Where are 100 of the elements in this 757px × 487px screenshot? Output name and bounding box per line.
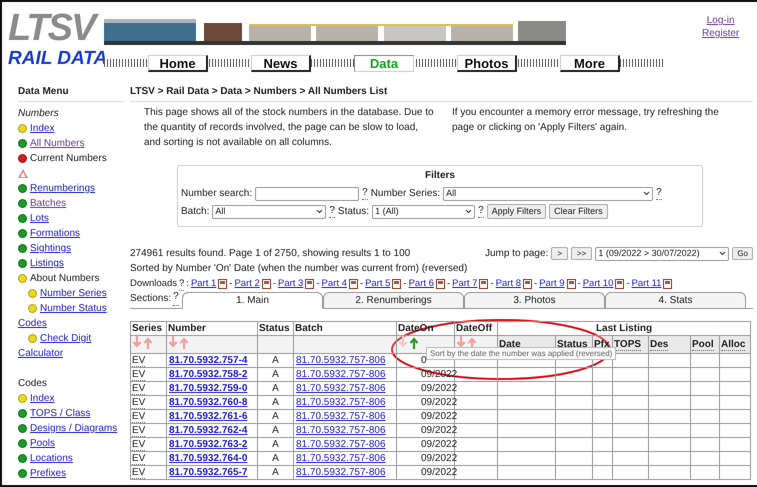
section-tab[interactable]: 3. Photos — [464, 292, 605, 309]
account-link[interactable]: Register — [702, 27, 740, 40]
download-link[interactable]: Part 3 — [278, 276, 304, 292]
download-link[interactable]: Part 11 — [632, 276, 662, 292]
menu-link[interactable]: Renumberings — [30, 181, 96, 196]
pdf-icon[interactable] — [436, 279, 445, 289]
pdf-icon[interactable] — [479, 279, 488, 289]
batch-link[interactable]: 81.70.5932.757-806 — [294, 396, 396, 410]
number-series-select[interactable]: All — [443, 186, 654, 200]
column-header: Pool — [692, 338, 714, 350]
batch-select[interactable]: All — [212, 204, 326, 218]
menu-link[interactable]: TOPS / Class — [30, 406, 90, 421]
number-link[interactable]: 81.70.5932.759-0 — [166, 382, 258, 396]
pdf-icon[interactable] — [663, 279, 672, 289]
help-link[interactable]: ? — [329, 205, 335, 218]
account-link[interactable]: Log-in — [706, 14, 735, 27]
download-link[interactable]: Part 4 — [322, 276, 347, 292]
batch-link[interactable]: 81.70.5932.757-806 — [294, 424, 396, 438]
filter-button[interactable]: Clear Filters — [549, 204, 608, 219]
download-link[interactable]: Part 10 — [582, 276, 614, 292]
batch-link[interactable]: 81.70.5932.757-806 — [294, 452, 396, 466]
menu-link[interactable]: Locations — [30, 451, 73, 466]
nav-tab[interactable]: Photos — [457, 54, 517, 72]
go-button[interactable]: Go — [732, 247, 753, 260]
menu-link[interactable]: Check Digit — [40, 331, 92, 346]
page-select[interactable]: 1 (09/2022 > 30/07/2022) — [595, 246, 730, 260]
pdf-icon[interactable] — [348, 279, 358, 289]
help-link[interactable]: ? — [179, 278, 184, 290]
pdf-icon[interactable] — [615, 279, 624, 289]
number-link[interactable]: 81.70.5932.762-4 — [166, 424, 258, 438]
menu-link[interactable]: Calculator — [18, 346, 64, 361]
menu-link[interactable]: Batches — [30, 196, 66, 211]
pdf-icon[interactable] — [218, 279, 228, 289]
jump-label: Jump to page: — [484, 247, 548, 261]
number-search-field[interactable] — [255, 186, 360, 200]
number-link[interactable]: 81.70.5932.757-4 — [166, 354, 258, 368]
menu-link[interactable]: Index — [30, 121, 54, 136]
pdf-icon[interactable] — [523, 279, 532, 289]
download-link[interactable]: Part 5 — [365, 276, 390, 292]
number-link[interactable]: 81.70.5932.765-7 — [166, 466, 258, 480]
nav-tab[interactable]: More — [560, 54, 620, 72]
help-link[interactable]: ? — [478, 205, 484, 218]
page-button[interactable]: >> — [570, 247, 592, 260]
menu-link[interactable]: Pools — [30, 436, 56, 451]
menu-link[interactable]: Index — [30, 391, 54, 406]
pdf-icon[interactable] — [305, 279, 314, 289]
column-header: Status — [258, 322, 294, 336]
nav-tab[interactable]: News — [251, 54, 311, 72]
help-link[interactable]: ? — [656, 187, 662, 200]
pdf-icon[interactable] — [262, 279, 271, 289]
menu-link[interactable]: Prefixes — [30, 466, 66, 481]
pdf-icon[interactable] — [566, 279, 576, 289]
batch-link[interactable]: 81.70.5932.757-806 — [294, 466, 396, 480]
number-link[interactable]: 81.70.5932.763-2 — [166, 438, 258, 452]
batch-link[interactable]: 81.70.5932.757-806 — [294, 354, 396, 368]
filters-title: Filters — [424, 170, 455, 181]
menu-link[interactable]: Number Series — [40, 286, 107, 301]
column-header: DateOff — [454, 322, 498, 336]
sort-arrows-icon[interactable] — [398, 336, 420, 349]
page-button[interactable]: > — [551, 247, 568, 260]
menu-label: About Numbers — [30, 272, 100, 286]
menu-link[interactable]: Designs / Diagrams — [30, 421, 118, 436]
section-tab[interactable]: 4. Stats — [605, 292, 746, 309]
number-link[interactable]: 81.70.5932.760-8 — [166, 396, 258, 410]
separator-text: - — [534, 276, 538, 291]
nav-tab[interactable]: Home — [148, 54, 208, 72]
download-link[interactable]: Part 6 — [408, 276, 434, 292]
download-link[interactable]: Part 8 — [496, 276, 522, 292]
status-select[interactable]: 1 (All) — [372, 204, 476, 218]
table-cell: EV — [130, 368, 166, 382]
number-link[interactable]: 81.70.5932.764-0 — [166, 452, 258, 466]
download-link[interactable]: Part 2 — [234, 276, 260, 292]
menu-link[interactable]: Formations — [30, 226, 80, 241]
table-cell: EV — [130, 410, 166, 424]
download-link[interactable]: Part 1 — [190, 276, 216, 292]
section-tab[interactable]: 1. Main — [182, 292, 323, 309]
menu-link[interactable]: All Numbers — [30, 136, 84, 151]
chevron-icon — [719, 251, 726, 256]
menu-link[interactable]: Sightings — [30, 241, 72, 256]
help-link[interactable]: ? — [362, 187, 368, 200]
number-link[interactable]: 81.70.5932.758-2 — [166, 368, 258, 382]
menu-link[interactable]: Codes — [18, 316, 47, 331]
table-cell: EV — [130, 466, 166, 480]
help-link[interactable]: ? — [173, 291, 179, 306]
number-link[interactable]: 81.70.5932.761-6 — [166, 410, 258, 424]
batch-link[interactable]: 81.70.5932.757-806 — [294, 410, 396, 424]
column-header: Des — [650, 338, 668, 350]
menu-link[interactable]: Lots — [30, 211, 49, 226]
section-tab[interactable]: 2. Renumberings — [323, 292, 464, 309]
batch-link[interactable]: 81.70.5932.757-806 — [294, 382, 396, 396]
batch-link[interactable]: 81.70.5932.757-806 — [294, 438, 396, 452]
batch-link[interactable]: 81.70.5932.757-806 — [294, 368, 396, 382]
download-link[interactable]: Part 9 — [539, 276, 565, 292]
menu-link[interactable]: Number Status — [40, 301, 107, 316]
filter-button[interactable]: Apply Filters — [486, 204, 546, 219]
download-link[interactable]: Part 7 — [452, 276, 478, 292]
intro-paragraph: If you encounter a memory error message, try refreshing the page or clicking on 'Apply Filters' again. — [452, 106, 720, 135]
pdf-icon[interactable] — [392, 279, 402, 289]
intro-paragraph: This page shows all of the stock numbers in the database. Due to the quantity of records involved, the page can be slow to load, and sorting is not available on all columns. — [144, 106, 434, 150]
menu-link[interactable]: Listings — [30, 256, 64, 271]
